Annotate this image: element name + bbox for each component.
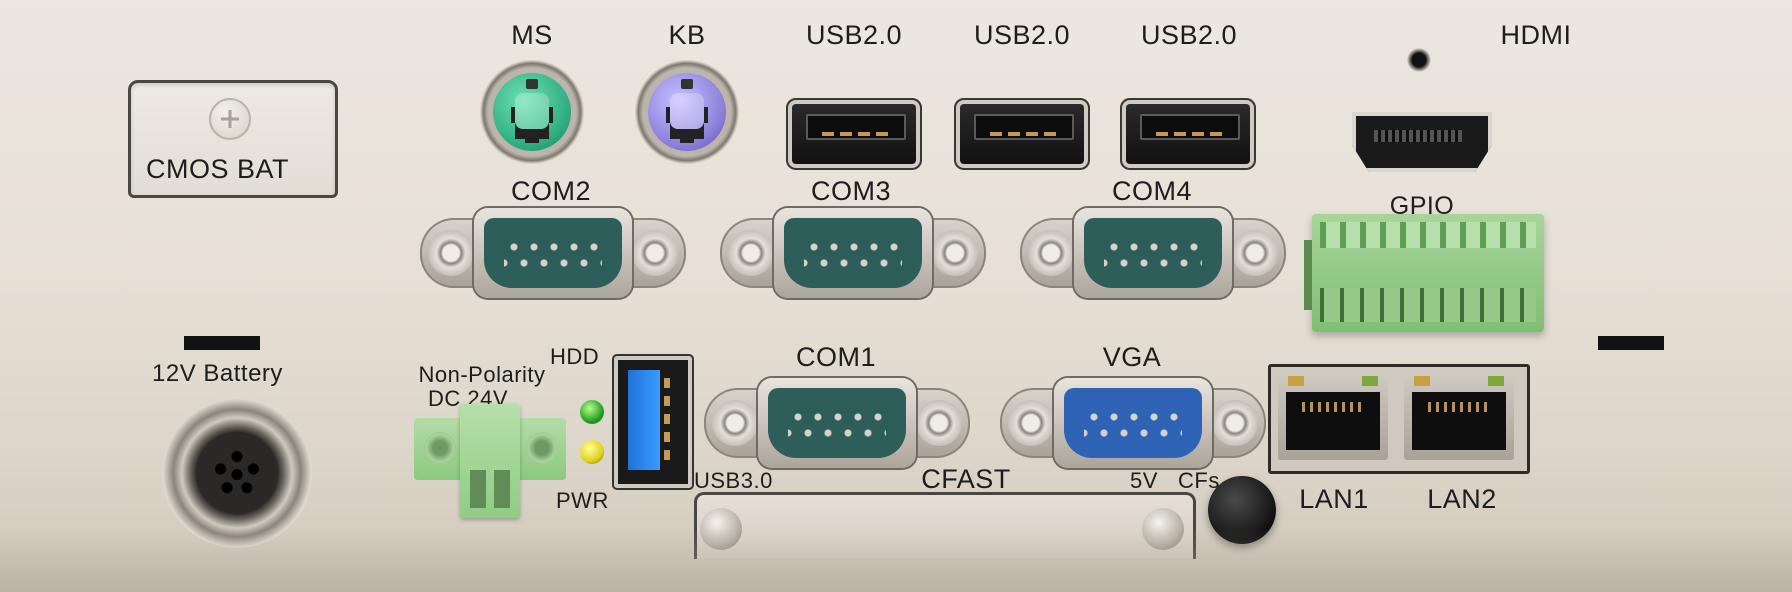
vga-label: VGA bbox=[1102, 342, 1162, 372]
com4-port[interactable] bbox=[1020, 208, 1286, 298]
hdmi-label: HDMI bbox=[1500, 20, 1572, 50]
lan2-port[interactable] bbox=[1404, 372, 1514, 460]
pwr-label: PWR bbox=[556, 488, 609, 513]
ps2-keyboard-port[interactable] bbox=[635, 60, 739, 164]
5v-label: 5V bbox=[1130, 468, 1158, 493]
com2-port[interactable] bbox=[420, 208, 686, 298]
ps2-mouse-socket bbox=[493, 73, 571, 151]
gpio-terminal-block[interactable] bbox=[1304, 214, 1544, 332]
lan1-label: LAN1 bbox=[1299, 484, 1369, 514]
usb2-label-2: USB2.0 bbox=[973, 20, 1071, 50]
non-polarity-label: Non-Polarity bbox=[418, 362, 546, 387]
lan1-port[interactable] bbox=[1278, 372, 1388, 460]
pwr-led bbox=[580, 440, 604, 464]
com1-port[interactable] bbox=[704, 378, 970, 468]
usb2-port-2[interactable] bbox=[960, 104, 1084, 164]
phillips-screw-icon bbox=[209, 98, 251, 140]
battery-12v-label: 12V Battery bbox=[152, 360, 283, 387]
reset-pinhole[interactable] bbox=[1407, 48, 1431, 72]
vent-slot-left bbox=[184, 336, 260, 350]
dc-24v-power-connector[interactable] bbox=[414, 404, 566, 518]
vga-port[interactable] bbox=[1000, 378, 1266, 468]
hdd-led bbox=[580, 400, 604, 424]
kb-label: KB bbox=[668, 20, 706, 50]
usb2-label-1: USB2.0 bbox=[805, 20, 903, 50]
ps2-keyboard-socket bbox=[648, 73, 726, 151]
com3-port[interactable] bbox=[720, 208, 986, 298]
cfs-label: CFs bbox=[1178, 468, 1220, 493]
battery-12v-connector[interactable] bbox=[162, 398, 312, 548]
cfast-label: CFAST bbox=[921, 464, 1011, 494]
io-panel: CMOS BAT MS KB USB2.0 USB2.0 USB2.0 HDMI… bbox=[0, 0, 1792, 592]
usb2-port-3[interactable] bbox=[1126, 104, 1250, 164]
usb3-label: USB3.0 bbox=[694, 468, 773, 493]
gpio-label: GPIO bbox=[1389, 192, 1455, 220]
bottom-shadow bbox=[0, 528, 1792, 592]
usb2-label-3: USB2.0 bbox=[1140, 20, 1238, 50]
usb2-port-1[interactable] bbox=[792, 104, 916, 164]
hdd-label: HDD bbox=[550, 344, 600, 369]
vent-slot-right bbox=[1598, 336, 1664, 350]
hdmi-port[interactable] bbox=[1352, 112, 1492, 172]
ms-label: MS bbox=[511, 20, 553, 50]
com4-label: COM4 bbox=[1111, 176, 1193, 206]
usb3-port[interactable] bbox=[612, 354, 694, 490]
cmos-bat-label: CMOS BAT bbox=[146, 154, 290, 184]
com2-label: COM2 bbox=[510, 176, 592, 206]
lan2-label: LAN2 bbox=[1427, 484, 1497, 514]
ps2-mouse-port[interactable] bbox=[480, 60, 584, 164]
com1-label: COM1 bbox=[795, 342, 877, 372]
com3-label: COM3 bbox=[810, 176, 892, 206]
